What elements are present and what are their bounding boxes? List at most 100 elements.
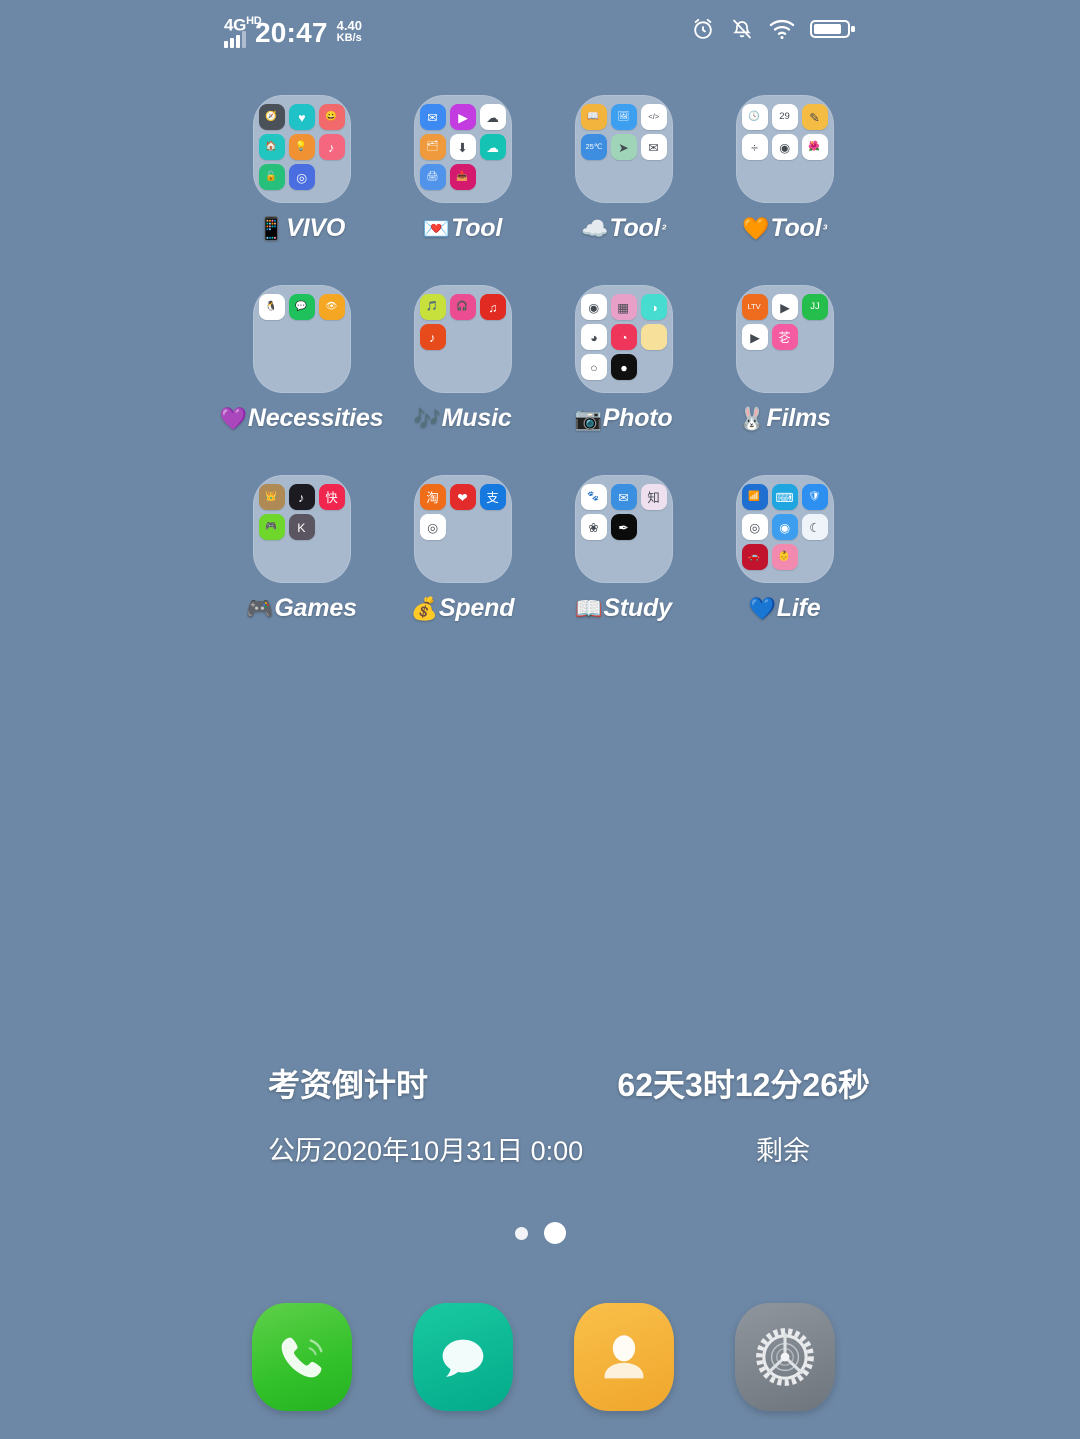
- baidu-app[interactable]: 🐾: [580, 484, 607, 510]
- weather-cloud-app[interactable]: ☁: [479, 134, 506, 160]
- folder-tool³[interactable]: 🕓 29 ✎ ÷ ◉ 🌺 🧡 Tool ³: [704, 95, 865, 285]
- dock-item-settings[interactable]: [704, 1303, 865, 1411]
- folder-tile[interactable]: ✉ ▶ ☁ 🗂 ⬇ ☁ 🖨 📥: [413, 95, 512, 203]
- envelope-app[interactable]: ✉: [640, 134, 667, 160]
- kuaikan-app[interactable]: K: [288, 514, 315, 540]
- clock-app[interactable]: 🕓: [741, 104, 768, 130]
- app-clone-app[interactable]: ◎: [288, 164, 315, 190]
- page-dot[interactable]: [543, 1222, 566, 1244]
- folder-tool²[interactable]: 📖 🖼 </> 25℃ ➤ ✉ ☁️ Tool ²: [543, 95, 704, 285]
- cloud-app[interactable]: ☁: [479, 104, 506, 130]
- qq-music-app[interactable]: ♪: [419, 324, 446, 350]
- dock-item-messages[interactable]: [382, 1303, 543, 1411]
- folder-music[interactable]: 🎵 🎧 ♫ ♪ 🎶 Music: [382, 285, 543, 475]
- tencent-video-app[interactable]: ▶: [741, 324, 768, 350]
- contacts-app-tile[interactable]: [573, 1303, 674, 1411]
- mango-tv-app[interactable]: 芲: [771, 324, 798, 350]
- files-app[interactable]: 🗂: [419, 134, 446, 160]
- beauty-cam-app[interactable]: ◑: [640, 294, 667, 320]
- tiktok-app[interactable]: ♪: [288, 484, 315, 510]
- mini-game-app[interactable]: 🎮: [258, 514, 285, 540]
- qq-app[interactable]: 🐧: [258, 294, 285, 320]
- folder-tool[interactable]: ✉ ▶ ☁ 🗂 ⬇ ☁ 🖨 📥 💌 Tool: [382, 95, 543, 285]
- weather-app[interactable]: 25℃: [580, 134, 607, 160]
- moon-app[interactable]: ☾: [801, 514, 828, 540]
- folder-tile[interactable]: LTV ▶ JJ ▶ 芲: [735, 285, 834, 393]
- zhihu-app[interactable]: 知: [640, 484, 667, 510]
- calculator-app[interactable]: ÷: [741, 134, 768, 160]
- browser-app[interactable]: ◎: [741, 514, 768, 540]
- baby-app[interactable]: 👶: [771, 544, 798, 570]
- folder-tile[interactable]: 淘 ❤ 支 ◎: [413, 475, 512, 583]
- filter-app[interactable]: ●: [610, 354, 637, 380]
- folder-tile[interactable]: 📶 ⌨ 🛡 ◎ ◉ ☾ 🚗 👶: [735, 475, 834, 583]
- folder-tile[interactable]: 🎵 🎧 ♫ ♪: [413, 285, 512, 393]
- messages-app-tile[interactable]: [412, 1303, 513, 1411]
- meituan-app[interactable]: 🚗: [741, 544, 768, 570]
- folder-photo[interactable]: ◉ ▦ ◑ ◕ ◔ ○ ● 📷 Photo: [543, 285, 704, 475]
- folder-games[interactable]: 👑 ♪ 快 🎮 K 🎮 Games: [221, 475, 382, 665]
- retouch-app[interactable]: ○: [580, 354, 607, 380]
- notes-app[interactable]: ✎: [801, 104, 828, 130]
- mail-app[interactable]: ✉: [419, 104, 446, 130]
- xianyu-app[interactable]: ◎: [419, 514, 446, 540]
- dock-item-contacts[interactable]: [543, 1303, 704, 1411]
- folder-necessities[interactable]: 🐧 💬 👁 💜 Necessities: [220, 285, 384, 475]
- gallery-app[interactable]: 🖼: [610, 104, 637, 130]
- folder-films[interactable]: LTV ▶ JJ ▶ 芲 🐰 Films: [704, 285, 865, 475]
- wechat-app[interactable]: 💬: [288, 294, 315, 320]
- taobao-app[interactable]: 淘: [419, 484, 446, 510]
- page-dot[interactable]: [514, 1226, 528, 1240]
- folder-life[interactable]: 📶 ⌨ 🛡 ◎ ◉ ☾ 🚗 👶 💙 Life: [704, 475, 865, 665]
- folder-vivo[interactable]: 🧭 ♥ 😀 🏠 💡 ♪ 🔓 ◎ 📱 VIVO: [221, 95, 382, 285]
- page-indicator[interactable]: [0, 1222, 1080, 1244]
- developer-app[interactable]: </>: [640, 104, 667, 130]
- smart-home-app[interactable]: 🏠: [258, 134, 285, 160]
- settings-app-tile[interactable]: [734, 1303, 835, 1411]
- sticker-app[interactable]: [640, 324, 667, 350]
- recorder-app[interactable]: ◉: [771, 134, 798, 160]
- reader-app[interactable]: 📖: [580, 104, 607, 130]
- pinduoduo-app[interactable]: ❤: [449, 484, 476, 510]
- folder-tile[interactable]: 👑 ♪ 快 🎮 K: [252, 475, 351, 583]
- alipay-app[interactable]: 支: [479, 484, 506, 510]
- folder-tile[interactable]: 🧭 ♥ 😀 🏠 💡 ♪ 🔓 ◎: [252, 95, 351, 203]
- folder-tile[interactable]: 🐧 💬 👁: [252, 285, 351, 393]
- kugou-app[interactable]: 🎵: [419, 294, 446, 320]
- inbox-app[interactable]: 📥: [449, 164, 476, 190]
- wifi-master-app[interactable]: 📶: [741, 484, 768, 510]
- themes-app[interactable]: 🌺: [801, 134, 828, 160]
- emoji-app[interactable]: 😀: [318, 104, 345, 130]
- video-player-app[interactable]: ▶: [449, 104, 476, 130]
- xuexitong-app[interactable]: ❀: [580, 514, 607, 540]
- countdown-widget[interactable]: 考资倒计时 62天3时12分26秒 公历2020年10月31日 0:00 剩余: [0, 1060, 1080, 1168]
- folder-tile[interactable]: ◉ ▦ ◑ ◕ ◔ ○ ●: [574, 285, 673, 393]
- privacy-lock-app[interactable]: 🔓: [258, 164, 285, 190]
- iqiyi-app[interactable]: ▶: [771, 294, 798, 320]
- keyboard-app[interactable]: ⌨: [771, 484, 798, 510]
- folder-tile[interactable]: 📖 🖼 </> 25℃ ➤ ✉: [574, 95, 673, 203]
- honor-of-kings-app[interactable]: 👑: [258, 484, 285, 510]
- gallery-grid-app[interactable]: ▦: [610, 294, 637, 320]
- folder-tile[interactable]: 🐾 ✉ 知 ❀ ✒: [574, 475, 673, 583]
- qq-browser-app[interactable]: ◉: [771, 514, 798, 540]
- folder-study[interactable]: 🐾 ✉ 知 ❀ ✒ 📖 Study: [543, 475, 704, 665]
- phone-app-tile[interactable]: [251, 1303, 352, 1411]
- compass-app[interactable]: 🧭: [258, 104, 285, 130]
- pptv-app[interactable]: JJ: [801, 294, 828, 320]
- folder-tile[interactable]: 🕓 29 ✎ ÷ ◉ 🌺: [735, 95, 834, 203]
- printer-app[interactable]: 🖨: [419, 164, 446, 190]
- letv-app[interactable]: LTV: [741, 294, 768, 320]
- kuaishou-app[interactable]: 快: [318, 484, 345, 510]
- health-app[interactable]: ♥: [288, 104, 315, 130]
- telegram-app[interactable]: ➤: [610, 134, 637, 160]
- calendar-app[interactable]: 29: [771, 104, 798, 130]
- ringtone-app[interactable]: ♪: [318, 134, 345, 160]
- security-app[interactable]: 🛡: [801, 484, 828, 510]
- downloader-app[interactable]: ⬇: [449, 134, 476, 160]
- kuwo-app[interactable]: 🎧: [449, 294, 476, 320]
- faceu-app[interactable]: ◔: [610, 324, 637, 350]
- dock-item-phone[interactable]: [221, 1303, 382, 1411]
- tips-app[interactable]: 💡: [288, 134, 315, 160]
- weibo-app[interactable]: 👁: [318, 294, 345, 320]
